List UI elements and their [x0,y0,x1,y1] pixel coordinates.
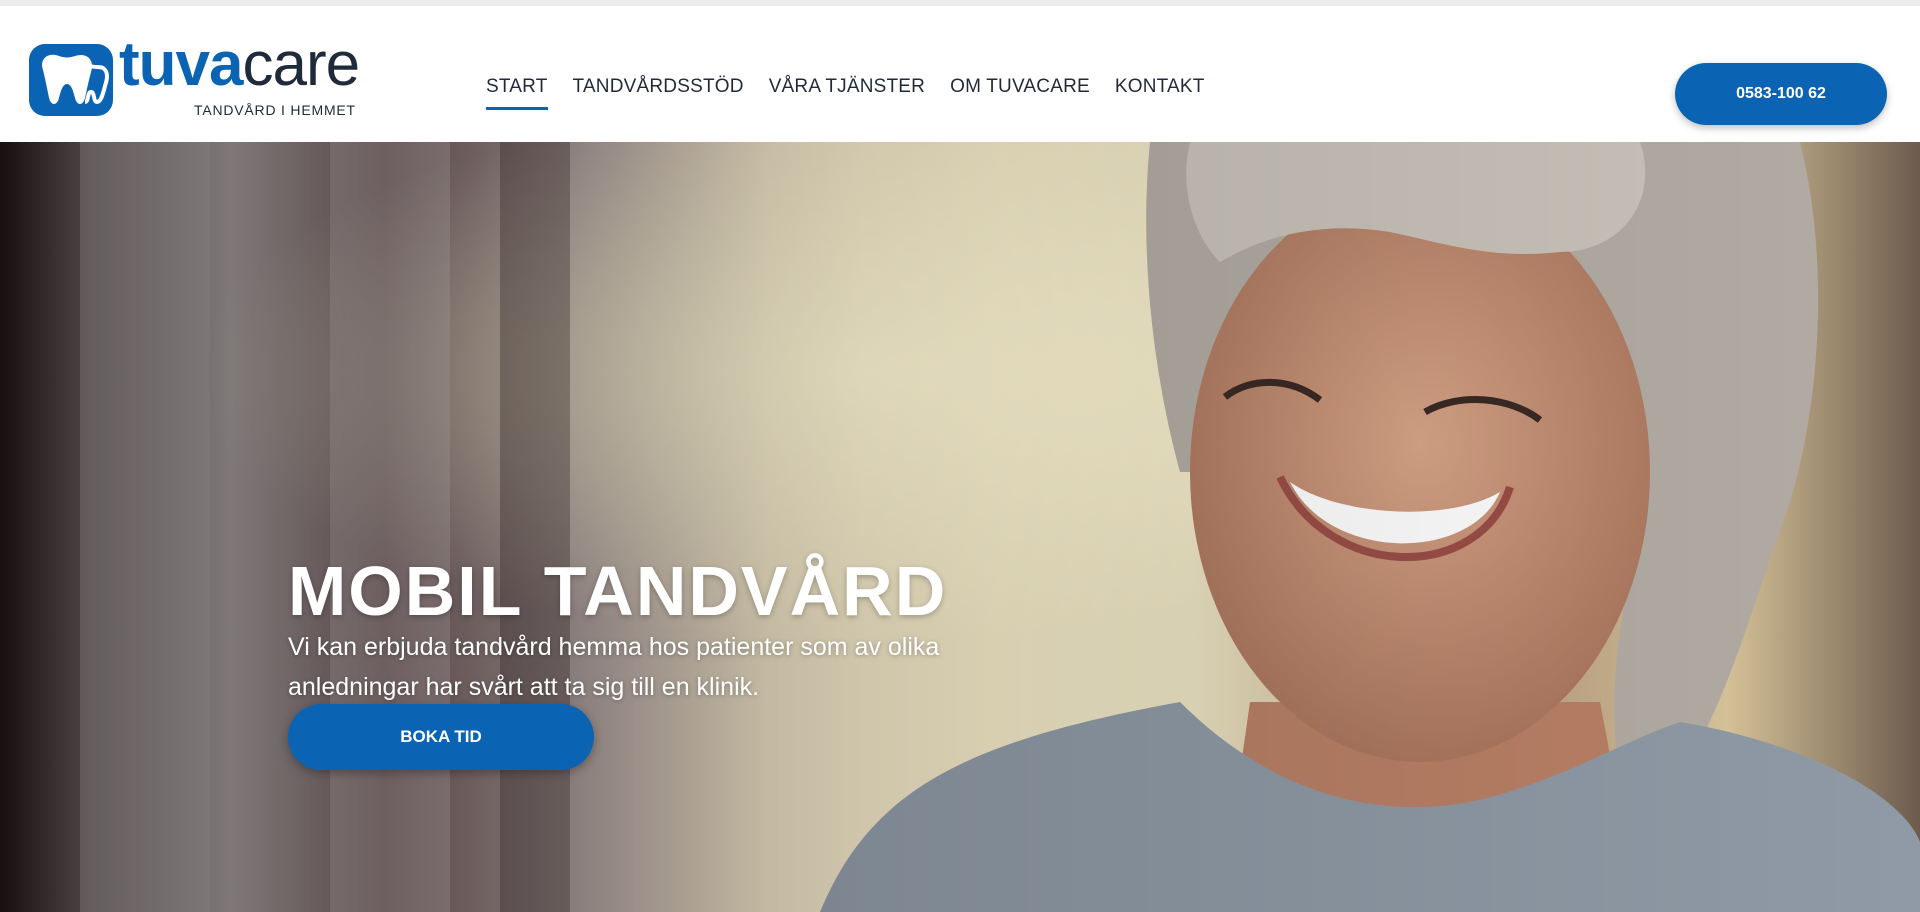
nav-item-tandvardsstod[interactable]: TANDVÅRDSSTÖD [573,76,744,110]
logo-wordmark: tuvacare [119,34,360,96]
nav-item-vara-tjanster[interactable]: VÅRA TJÄNSTER [769,76,925,110]
book-appointment-button[interactable]: BOKA TID [288,704,594,770]
nav-item-start[interactable]: START [486,76,548,110]
nav-item-om-tuvacare[interactable]: OM TUVACARE [950,76,1090,110]
tuvacare-logo[interactable]: tuvacare TANDVÅRD I HEMMET [29,34,369,124]
smiling-woman-photo [0,142,1920,912]
logo-tagline: TANDVÅRD I HEMMET [194,102,356,118]
logo-word-tuva: tuva [119,30,243,99]
hero-section: MOBIL TANDVÅRD Vi kan erbjuda tandvård h… [0,142,1920,912]
main-navigation: START TANDVÅRDSSTÖD VÅRA TJÄNSTER OM TUVACA… [486,76,1230,116]
hero-title: MOBIL TANDVÅRD [288,551,948,630]
tooth-icon [29,44,113,116]
phone-button[interactable]: 0583-100 62 [1675,63,1887,125]
logo-word-care: care [242,30,360,99]
nav-item-kontakt[interactable]: KONTAKT [1115,76,1205,110]
hero-description: Vi kan erbjuda tandvård hemma hos patien… [288,633,940,701]
site-header: tuvacare TANDVÅRD I HEMMET START TANDVÅRD… [0,6,1920,142]
